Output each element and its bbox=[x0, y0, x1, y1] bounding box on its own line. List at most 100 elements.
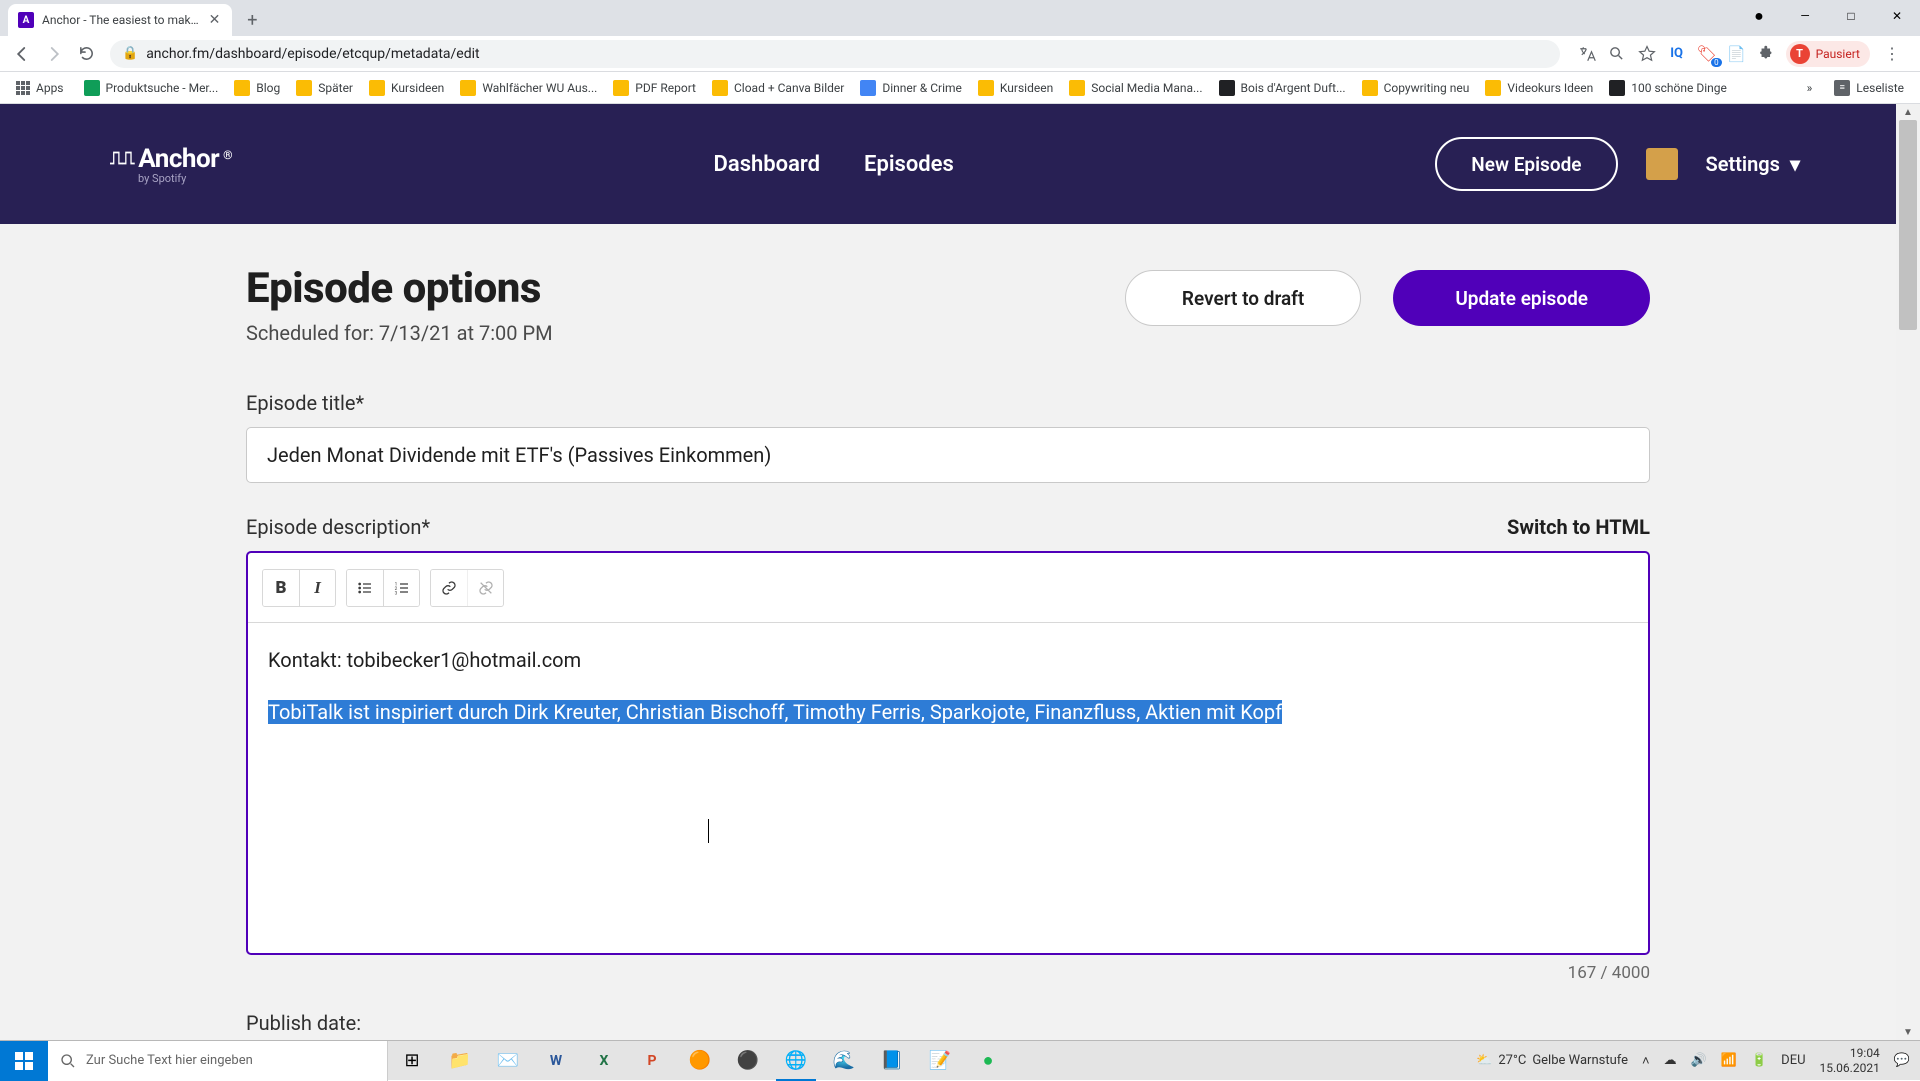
bold-button[interactable]: B bbox=[263, 570, 299, 606]
editor-textarea[interactable]: Kontakt: tobibecker1@hotmail.com TobiTal… bbox=[248, 623, 1648, 953]
close-window-button[interactable]: ✕ bbox=[1874, 0, 1920, 32]
bookmark-label: Später bbox=[318, 81, 353, 95]
address-bar[interactable]: 🔒 anchor.fm/dashboard/episode/etcqup/met… bbox=[110, 40, 1560, 68]
bullet-list-button[interactable] bbox=[347, 570, 383, 606]
bookmark-item[interactable]: PDF Report bbox=[605, 80, 704, 96]
bookmark-item[interactable]: Cload + Canva Bilder bbox=[704, 80, 852, 96]
settings-dropdown[interactable]: Settings ▾ bbox=[1706, 152, 1800, 176]
wifi-icon[interactable]: 📶 bbox=[1721, 1053, 1737, 1068]
bookmark-item[interactable]: Wahlfächer WU Aus... bbox=[452, 80, 605, 96]
desc-line-1: Kontakt: tobibecker1@hotmail.com bbox=[268, 645, 1628, 675]
extensions-puzzle-icon[interactable] bbox=[1756, 43, 1778, 65]
switch-to-html-button[interactable]: Switch to HTML bbox=[1507, 515, 1650, 539]
bookmark-item[interactable]: Dinner & Crime bbox=[852, 80, 970, 96]
bookmark-icon bbox=[1069, 80, 1085, 96]
nav-episodes[interactable]: Episodes bbox=[864, 152, 954, 177]
profile-chip[interactable]: T Pausiert bbox=[1786, 41, 1870, 67]
spotify-icon[interactable]: ● bbox=[964, 1041, 1012, 1081]
tab-title: Anchor - The easiest to mak… bbox=[42, 13, 199, 27]
obs-icon[interactable]: ⚫ bbox=[724, 1041, 772, 1081]
zoom-icon[interactable] bbox=[1606, 43, 1628, 65]
mail-icon[interactable]: ✉️ bbox=[484, 1041, 532, 1081]
powerpoint-icon[interactable]: P bbox=[628, 1041, 676, 1081]
browser-tab[interactable]: A Anchor - The easiest to mak… ✕ bbox=[8, 4, 232, 36]
language-indicator[interactable]: DEU bbox=[1781, 1053, 1805, 1068]
bookmarks-overflow[interactable]: » bbox=[1801, 81, 1819, 95]
reading-list-button[interactable]: ≡ Leseliste bbox=[1826, 80, 1912, 96]
user-avatar[interactable] bbox=[1646, 148, 1678, 180]
apps-button[interactable]: Apps bbox=[8, 81, 72, 95]
bookmark-item[interactable]: Kursideen bbox=[361, 80, 452, 96]
bookmark-item[interactable]: Bois d'Argent Duft... bbox=[1211, 80, 1354, 96]
onedrive-icon[interactable]: ☁ bbox=[1664, 1053, 1677, 1068]
tab-close-icon[interactable]: ✕ bbox=[207, 13, 223, 27]
task-view-icon[interactable]: ⊞ bbox=[388, 1041, 436, 1081]
link-button[interactable] bbox=[431, 570, 467, 606]
apps-grid-icon bbox=[16, 81, 30, 95]
translate-icon[interactable] bbox=[1576, 43, 1598, 65]
word-icon[interactable]: W bbox=[532, 1041, 580, 1081]
bookmark-label: Social Media Mana... bbox=[1091, 81, 1202, 95]
bookmark-item[interactable]: Kursideen bbox=[970, 80, 1061, 96]
battery-icon[interactable]: 🔋 bbox=[1751, 1053, 1767, 1068]
toolbar-icons: IQ 🏷0 📄 T Pausiert ⋮ bbox=[1570, 40, 1912, 68]
new-episode-button[interactable]: New Episode bbox=[1435, 137, 1617, 191]
profile-status: Pausiert bbox=[1816, 47, 1860, 61]
forward-button[interactable] bbox=[40, 40, 68, 68]
notepad-icon[interactable]: 📝 bbox=[916, 1041, 964, 1081]
vertical-scrollbar[interactable]: ▲ ▼ bbox=[1896, 104, 1920, 1040]
new-tab-button[interactable]: + bbox=[238, 6, 266, 34]
clock[interactable]: 19:04 15.06.2021 bbox=[1820, 1046, 1880, 1075]
episode-title-input[interactable] bbox=[246, 427, 1650, 483]
tray-chevron-up-icon[interactable]: ˄ bbox=[1642, 1053, 1650, 1069]
bookmark-item[interactable]: 100 schöne Dinge bbox=[1601, 80, 1735, 96]
editor-toolbar: B I 123 bbox=[248, 553, 1648, 623]
weather-widget[interactable]: ⛅ 27°C Gelbe Warnstufe bbox=[1476, 1053, 1628, 1068]
browser-chrome: A Anchor - The easiest to mak… ✕ + ● — □… bbox=[0, 0, 1920, 104]
chrome-menu-button[interactable]: ⋮ bbox=[1878, 40, 1906, 68]
bookmark-item[interactable]: Produktsuche - Mer... bbox=[76, 80, 227, 96]
excel-icon[interactable]: X bbox=[580, 1041, 628, 1081]
numbered-list-button[interactable]: 123 bbox=[383, 570, 419, 606]
notifications-icon[interactable]: 💬 bbox=[1894, 1053, 1910, 1068]
extension-script-icon[interactable]: 📄 bbox=[1726, 43, 1748, 65]
bookmark-icon bbox=[860, 80, 876, 96]
bookmark-item[interactable]: Später bbox=[288, 80, 361, 96]
bookmark-star-icon[interactable] bbox=[1636, 43, 1658, 65]
reload-button[interactable] bbox=[72, 40, 100, 68]
start-button[interactable] bbox=[0, 1041, 48, 1081]
nav-dashboard[interactable]: Dashboard bbox=[714, 152, 820, 177]
scroll-thumb[interactable] bbox=[1899, 120, 1917, 330]
bookmarks-bar: Apps Produktsuche - Mer... Blog Später Kurs… bbox=[0, 72, 1920, 104]
app-icon-1[interactable]: 🟠 bbox=[676, 1041, 724, 1081]
update-episode-button[interactable]: Update episode bbox=[1393, 270, 1650, 326]
app-icon-2[interactable]: 📘 bbox=[868, 1041, 916, 1081]
bookmark-item[interactable]: Videokurs Ideen bbox=[1477, 80, 1601, 96]
unlink-button[interactable] bbox=[467, 570, 503, 606]
italic-button[interactable]: I bbox=[299, 570, 335, 606]
bookmark-item[interactable]: Blog bbox=[226, 80, 288, 96]
account-dot-icon[interactable]: ● bbox=[1736, 0, 1782, 32]
search-icon bbox=[60, 1053, 76, 1069]
maximize-button[interactable]: □ bbox=[1828, 0, 1874, 32]
url-text: anchor.fm/dashboard/episode/etcqup/metad… bbox=[146, 46, 479, 62]
taskbar-search[interactable]: Zur Suche Text hier eingeben bbox=[48, 1041, 388, 1081]
bookmark-item[interactable]: Social Media Mana... bbox=[1061, 80, 1210, 96]
bookmark-label: Blog bbox=[256, 81, 280, 95]
scroll-down-arrow[interactable]: ▼ bbox=[1896, 1024, 1920, 1040]
back-button[interactable] bbox=[8, 40, 36, 68]
bookmark-item[interactable]: Copywriting neu bbox=[1354, 80, 1478, 96]
bookmark-icon bbox=[1362, 80, 1378, 96]
desc-line-2-selected: TobiTalk ist inspiriert durch Dirk Kreut… bbox=[268, 700, 1282, 724]
extension-cart-icon[interactable]: 🏷0 bbox=[1696, 43, 1718, 65]
scroll-up-arrow[interactable]: ▲ bbox=[1896, 104, 1920, 120]
edge-icon[interactable]: 🌊 bbox=[820, 1041, 868, 1081]
revert-to-draft-button[interactable]: Revert to draft bbox=[1125, 270, 1361, 326]
extension-iq-icon[interactable]: IQ bbox=[1666, 43, 1688, 65]
minimize-button[interactable]: — bbox=[1782, 0, 1828, 32]
volume-icon[interactable]: 🔊 bbox=[1691, 1053, 1707, 1068]
file-explorer-icon[interactable]: 📁 bbox=[436, 1041, 484, 1081]
bookmark-icon bbox=[369, 80, 385, 96]
chrome-icon[interactable]: 🌐 bbox=[772, 1041, 820, 1081]
anchor-logo[interactable]: ⎍⎍Anchor® by Spotify bbox=[110, 144, 232, 185]
